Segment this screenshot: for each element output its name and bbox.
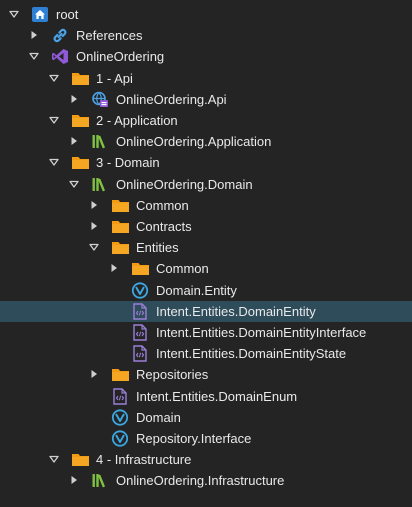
chevron-down-icon[interactable] [8,4,20,25]
tree-row[interactable]: 1 - Api [0,68,412,89]
tree-item-label: OnlineOrdering.Infrastructure [116,473,285,489]
api-globe-icon [90,89,110,110]
tree-item-label: Repository.Interface [136,431,252,446]
chevron-right-icon[interactable] [108,258,120,279]
tree-row[interactable]: OnlineOrdering.Application [0,131,412,152]
tree-row[interactable]: OnlineOrdering.Api [0,89,412,110]
chevron-down-icon[interactable] [68,174,80,195]
home-icon [30,4,50,25]
tree-row[interactable]: Intent.Entities.DomainEntity [0,300,412,322]
folder-icon [70,152,90,173]
tree-item-label: Intent.Entities.DomainEntityInterface [156,325,367,340]
tree-item-label: Intent.Entities.DomainEntityState [156,346,347,362]
tree-row[interactable]: 2 - Application [0,110,412,131]
tree-row[interactable]: Intent.Entities.DomainEnum [0,386,412,407]
folder-icon [110,237,130,258]
module-icon [130,280,150,301]
tree-item-label: Domain.Entity [156,282,237,298]
chevron-down-icon[interactable] [48,68,60,89]
tree-row[interactable]: Intent.Entities.DomainEntityState [0,343,412,364]
chevron-down-icon[interactable] [28,46,40,67]
tree-item-label: 2 - Application [96,113,178,128]
tree-item-label: Contracts [136,219,192,234]
tree-item-label: Entities [136,240,179,256]
chevron-right-icon[interactable] [28,25,40,46]
tree-item-label: 4 - Infrastructure [96,452,192,468]
chevron-right-icon[interactable] [68,131,80,152]
tree-row[interactable]: 4 - Infrastructure [0,449,412,470]
tree-row[interactable]: OnlineOrdering.Domain [0,174,412,195]
tree-item-label: Domain [136,409,181,425]
tree-row[interactable]: Contracts [0,216,412,237]
chevron-right-icon[interactable] [68,470,80,491]
tree-item-label: OnlineOrdering.Application [116,134,272,150]
tree-item-label: OnlineOrdering.Domain [116,176,253,192]
module-icon [110,407,130,428]
tree-row[interactable]: Domain [0,407,412,428]
chevron-down-icon[interactable] [88,237,100,258]
tree-row[interactable]: Domain.Entity [0,280,412,301]
visual-studio-icon [50,46,70,67]
folder-icon [70,68,90,89]
folder-icon [70,449,90,470]
template-file-icon [130,322,150,343]
folder-icon [130,258,150,279]
solution-tree: root References OnlineOrdering 1 - Api Onlin… [0,0,412,507]
tree-row[interactable]: 3 - Domain [0,152,412,173]
folder-icon [70,110,90,131]
template-file-icon [130,301,150,322]
tree-item-label: Common [156,261,209,277]
tree-item-label: References [76,28,143,44]
tree-row[interactable]: OnlineOrdering [0,46,412,67]
tree-item-label: Common [136,197,189,213]
tree-item-label: 3 - Domain [96,155,160,171]
tree-row[interactable]: Common [0,258,412,279]
tree-item-label: 1 - Api [96,70,133,86]
module-icon [110,428,130,449]
tree-row[interactable]: OnlineOrdering.Infrastructure [0,470,412,491]
folder-icon [110,195,130,216]
tree-item-label: Repositories [136,367,209,383]
tree-item-label: OnlineOrdering [76,49,165,65]
chevron-right-icon[interactable] [88,195,100,216]
package-library-icon [90,131,110,152]
chevron-down-icon[interactable] [48,449,60,470]
chevron-right-icon[interactable] [68,89,80,110]
tree-row[interactable]: References [0,25,412,46]
tree-item-label: root [56,7,79,22]
chevron-down-icon[interactable] [48,110,60,131]
tree-row[interactable]: Entities [0,237,412,258]
chevron-right-icon[interactable] [88,216,100,237]
template-file-icon [110,386,130,407]
package-library-icon [90,174,110,195]
chevron-right-icon[interactable] [88,364,100,385]
tree-item-label: Intent.Entities.DomainEntity [156,303,316,319]
tree-row[interactable]: Common [0,195,412,216]
tree-row[interactable]: Intent.Entities.DomainEntityInterface [0,322,412,343]
chevron-down-icon[interactable] [48,152,60,173]
package-library-icon [90,470,110,491]
tree-row[interactable]: Repositories [0,364,412,385]
tree-item-label: Intent.Entities.DomainEnum [136,388,298,404]
link-icon [50,25,70,46]
folder-icon [110,364,130,385]
tree-item-label: OnlineOrdering.Api [116,91,227,107]
tree-row[interactable]: Repository.Interface [0,428,412,449]
template-file-icon [130,343,150,364]
tree-row[interactable]: root [0,4,412,25]
folder-icon [110,216,130,237]
